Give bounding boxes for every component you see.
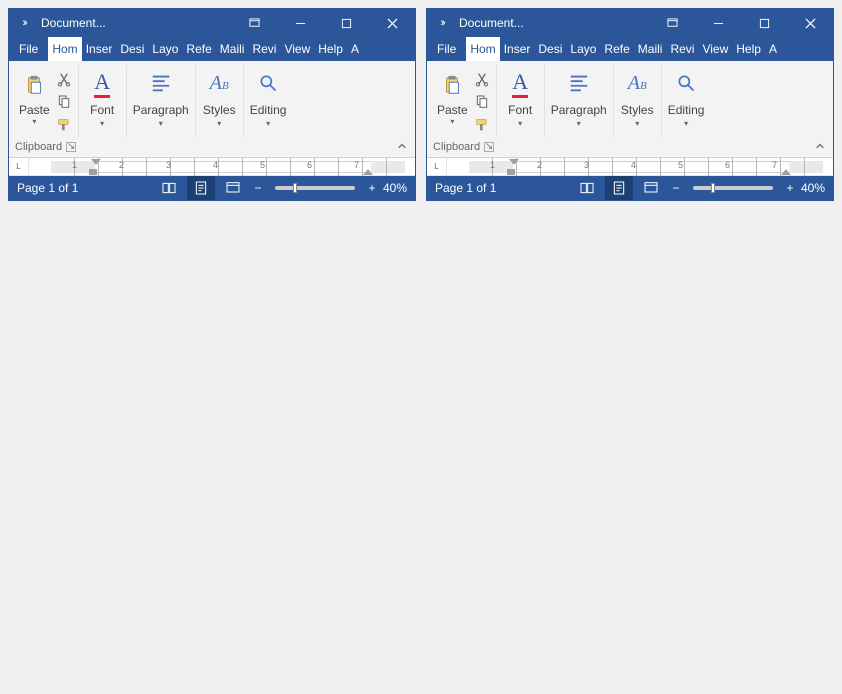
print-layout-button[interactable] (187, 176, 215, 200)
clipboard-group-label: Clipboard ↘ (15, 141, 76, 153)
word-window-left: ›› Document... File Hom Inse (8, 8, 416, 201)
ruler-numbers: 1234567 (469, 160, 823, 170)
tab-home[interactable]: Hom (48, 37, 81, 61)
copy-button[interactable] (474, 94, 490, 113)
tab-help[interactable]: Help (314, 37, 347, 61)
tab-addins[interactable]: A (347, 37, 363, 61)
paste-dropdown-icon[interactable]: ▾ (450, 117, 454, 126)
tab-layout[interactable]: Layo (148, 37, 182, 61)
ribbon-tabs: File Hom Inser Desi Layo Refe Maili Revi… (427, 37, 833, 61)
format-painter-button[interactable] (56, 117, 72, 136)
tab-view[interactable]: View (698, 37, 732, 61)
page-number-status[interactable]: Page 1 of 1 (435, 181, 496, 195)
horizontal-ruler[interactable]: L 1234567 (427, 158, 833, 176)
paste-button[interactable]: Paste ▾ (437, 69, 468, 126)
word-window-right: ›› Document... File Hom Inse (426, 8, 834, 201)
window-title: Document... (449, 16, 649, 30)
quick-access-more-icon[interactable]: ›› (435, 16, 449, 30)
read-mode-button[interactable] (573, 176, 601, 200)
tab-view[interactable]: View (280, 37, 314, 61)
tab-layout[interactable]: Layo (566, 37, 600, 61)
clipboard-dialog-launcher-icon[interactable]: ↘ (66, 142, 76, 152)
ribbon-display-options-button[interactable] (231, 9, 277, 37)
paste-button[interactable]: Paste ▾ (19, 69, 50, 126)
page-number-status[interactable]: Page 1 of 1 (17, 181, 78, 195)
titlebar: ›› Document... (427, 9, 833, 37)
ribbon-tabs: File Hom Inser Desi Layo Refe Maili Revi… (9, 37, 415, 61)
paste-dropdown-icon[interactable]: ▾ (32, 117, 36, 126)
cut-button[interactable] (56, 71, 72, 90)
zoom-slider-thumb[interactable] (293, 183, 297, 193)
tab-mailings[interactable]: Maili (634, 37, 667, 61)
ribbon: Paste ▾ A Font ▾ Paragraph (427, 61, 833, 158)
clipboard-group-label: Clipboard ↘ (433, 141, 494, 153)
collapse-ribbon-button[interactable] (813, 140, 827, 154)
tab-help[interactable]: Help (732, 37, 765, 61)
print-layout-button[interactable] (605, 176, 633, 200)
minimize-button[interactable] (695, 9, 741, 37)
font-group-button[interactable]: A Font ▾ (79, 65, 127, 137)
tab-review[interactable]: Revi (666, 37, 698, 61)
zoom-slider-thumb[interactable] (711, 183, 715, 193)
styles-group-button[interactable]: AB Styles ▾ (196, 65, 244, 137)
format-painter-button[interactable] (474, 117, 490, 136)
ribbon-display-options-button[interactable] (649, 9, 695, 37)
read-mode-button[interactable] (155, 176, 183, 200)
tab-review[interactable]: Revi (248, 37, 280, 61)
tab-home[interactable]: Hom (466, 37, 499, 61)
statusbar: Page 1 of 1 − + 40% (427, 176, 833, 200)
statusbar: Page 1 of 1 − + 40% (9, 176, 415, 200)
web-layout-button[interactable] (637, 176, 665, 200)
window-title: Document... (31, 16, 231, 30)
collapse-ribbon-button[interactable] (395, 140, 409, 154)
clipboard-group: Paste ▾ (431, 65, 497, 137)
tab-references[interactable]: Refe (600, 37, 633, 61)
titlebar: ›› Document... (9, 9, 415, 37)
clipboard-dialog-launcher-icon[interactable]: ↘ (484, 142, 494, 152)
tab-addins[interactable]: A (765, 37, 781, 61)
styles-group-button[interactable]: AB Styles ▾ (614, 65, 662, 137)
maximize-button[interactable] (323, 9, 369, 37)
tab-design[interactable]: Desi (116, 37, 148, 61)
zoom-level-status[interactable]: 40% (801, 181, 825, 195)
zoom-out-button[interactable]: − (669, 181, 683, 195)
copy-button[interactable] (56, 94, 72, 113)
cut-button[interactable] (474, 71, 490, 90)
tab-file[interactable]: File (9, 37, 48, 61)
web-layout-button[interactable] (219, 176, 247, 200)
close-button[interactable] (369, 9, 415, 37)
ribbon: Paste ▾ A Font ▾ Paragraph (9, 61, 415, 158)
editing-group-button[interactable]: Editing ▾ (662, 65, 711, 137)
tab-references[interactable]: Refe (182, 37, 215, 61)
quick-access-more-icon[interactable]: ›› (17, 16, 31, 30)
minimize-button[interactable] (277, 9, 323, 37)
tab-insert[interactable]: Inser (82, 37, 117, 61)
zoom-slider[interactable] (275, 186, 355, 190)
zoom-slider[interactable] (693, 186, 773, 190)
tab-mailings[interactable]: Maili (216, 37, 249, 61)
close-button[interactable] (787, 9, 833, 37)
tab-design[interactable]: Desi (534, 37, 566, 61)
zoom-in-button[interactable]: + (365, 181, 379, 195)
horizontal-ruler[interactable]: L 1234567 (9, 158, 415, 176)
tab-file[interactable]: File (427, 37, 466, 61)
font-group-button[interactable]: A Font ▾ (497, 65, 545, 137)
maximize-button[interactable] (741, 9, 787, 37)
tab-insert[interactable]: Inser (500, 37, 535, 61)
zoom-level-status[interactable]: 40% (383, 181, 407, 195)
zoom-in-button[interactable]: + (783, 181, 797, 195)
tab-selector-icon[interactable]: L (427, 158, 447, 176)
paragraph-group-button[interactable]: Paragraph ▾ (127, 65, 196, 137)
ruler-numbers: 1234567 (51, 160, 405, 170)
clipboard-group: Paste ▾ (13, 65, 79, 137)
zoom-out-button[interactable]: − (251, 181, 265, 195)
tab-selector-icon[interactable]: L (9, 158, 29, 176)
editing-group-button[interactable]: Editing ▾ (244, 65, 293, 137)
paragraph-group-button[interactable]: Paragraph ▾ (545, 65, 614, 137)
